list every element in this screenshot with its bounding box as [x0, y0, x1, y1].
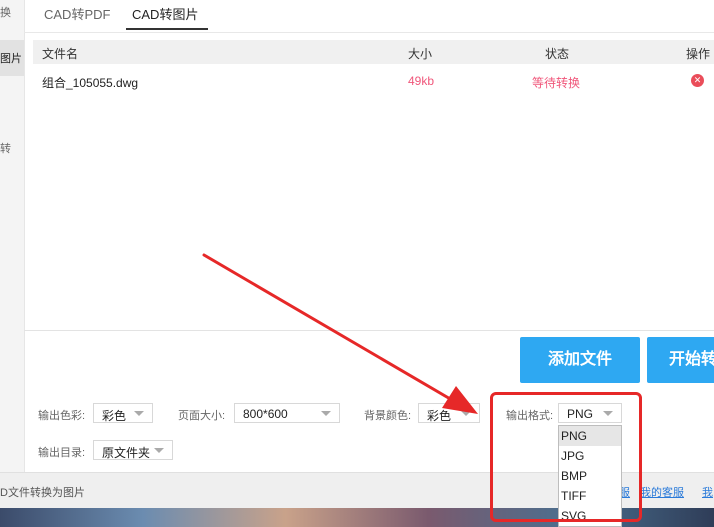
annotation-arrow-icon [202, 253, 478, 414]
